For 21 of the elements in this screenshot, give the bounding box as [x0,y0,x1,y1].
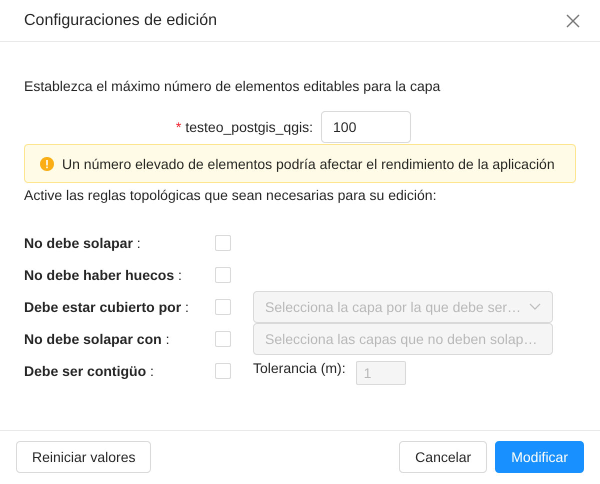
rule-label: Debe estar cubierto por : [24,299,189,315]
tolerance-label: Tolerancia (m): [253,359,346,377]
number-field[interactable]: 100 [321,111,411,143]
rule-label: No debe haber huecos : [24,267,182,283]
intro-text: Establezca el máximo número de elementos editables para la capa [24,77,442,96]
warning-icon [40,156,54,170]
action-button[interactable]: Reiniciar valores [16,441,152,473]
rules-intro: Active las reglas topológicas que sean necesarias para su edición: [24,186,438,205]
checkbox[interactable] [215,267,231,283]
action-button[interactable]: Cancelar [399,441,488,473]
close-icon[interactable] [566,14,580,28]
dialog-title: Configuraciones de edición [24,12,218,30]
submit-button[interactable]: Modificar [495,441,584,473]
chevron-icon [529,303,541,311]
field-label: testeo_postgis_qgis: [185,119,313,135]
rule-label: No debe solapar con : [24,331,170,347]
rule-label: Debe ser contigüo : [24,363,154,379]
required-mark: * [176,119,182,135]
checkbox[interactable] [215,235,231,251]
alert-text: Un número elevado de elementos podría afectar el rendimiento de la aplicación [62,156,555,172]
rule-label: No debe solapar : [24,235,141,251]
